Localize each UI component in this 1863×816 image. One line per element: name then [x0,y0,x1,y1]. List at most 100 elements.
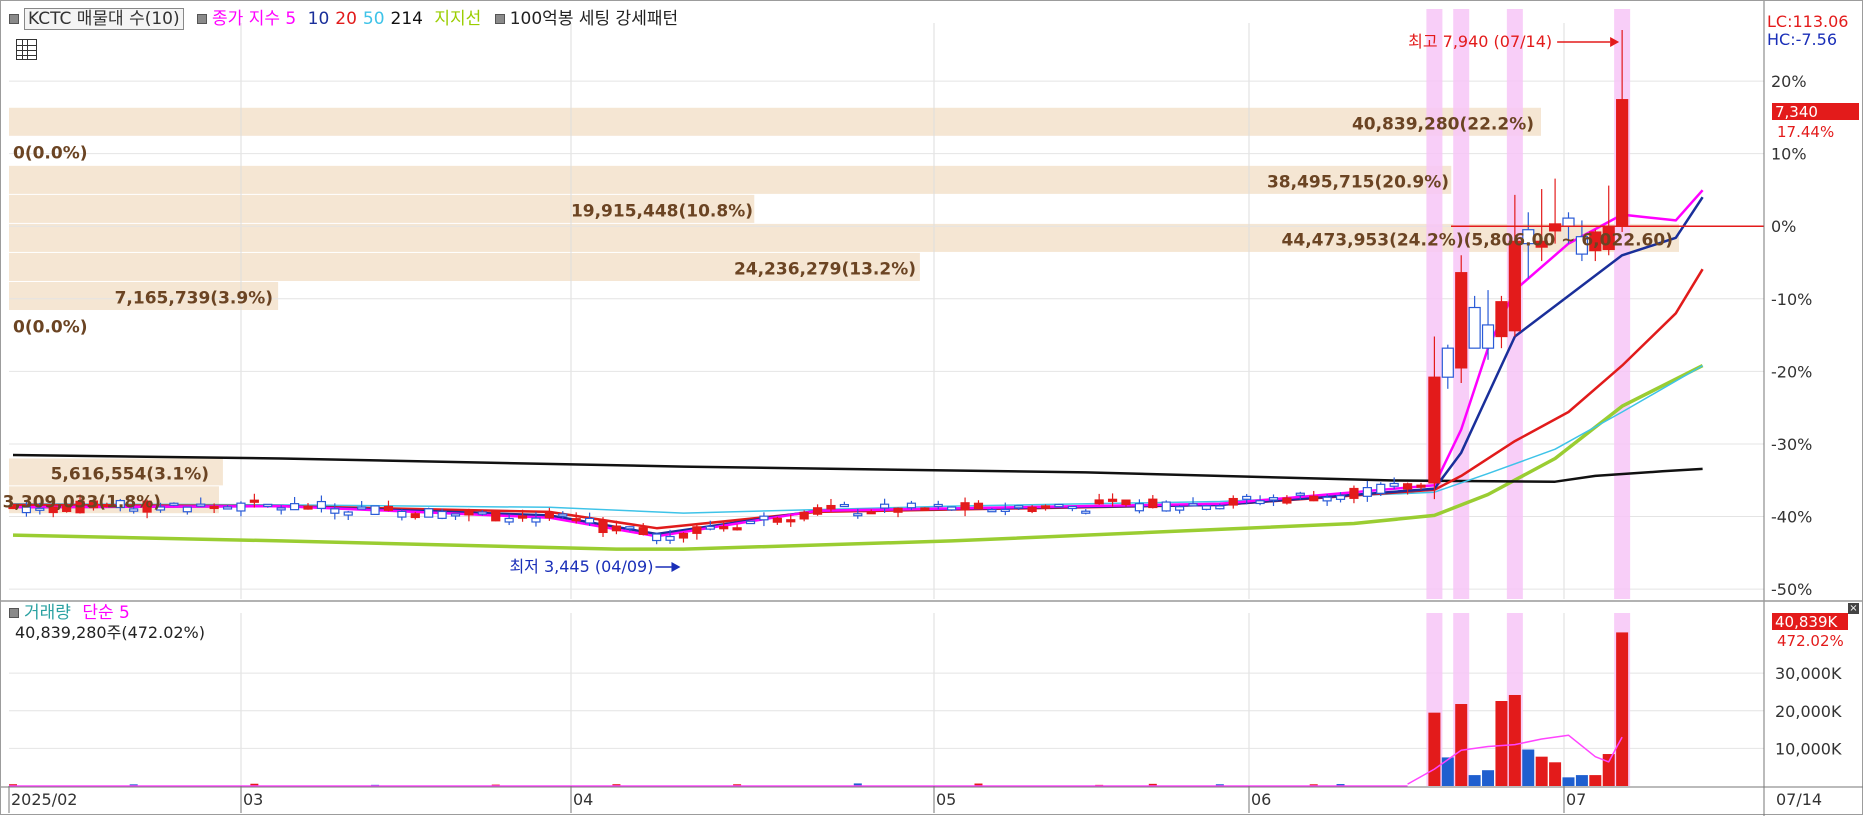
current-price-value: 7,340 [1775,103,1818,121]
ma-period-214[interactable]: 214 [391,9,423,29]
candle-body [652,533,662,542]
candle-body [1376,483,1386,494]
ma-period-20[interactable]: 20 [335,9,357,29]
candle-body [1000,508,1010,512]
candle-body [1322,496,1332,502]
candle-body [544,511,554,519]
candle-body [678,532,689,539]
candle-body [786,519,796,523]
volume-profile-label: 40,839,280(22.2%) [1352,114,1534,134]
candle-body [866,511,876,515]
percent-tick-label: -30% [1771,435,1812,454]
candle-body [692,526,702,534]
candle-body [196,503,206,507]
candle-body [249,499,259,503]
candle-body [1428,376,1441,484]
pattern-label[interactable]: 100억봉 세팅 강세패턴 [510,9,678,29]
volume-bar [1575,775,1588,786]
volume-profile-label: 3,309,033(1.8%) [3,492,161,512]
volume-toggle-icon[interactable] [9,607,19,618]
volume-profile-label: 0(0.0%) [13,318,88,338]
pattern-highlight-column [1426,9,1443,599]
volume-summary: 40,839,280주(472.02%) [15,623,206,642]
volume-profile-label: 5,616,554(3.1%) [51,464,209,484]
pattern-toggle-icon[interactable] [494,13,505,24]
candle-body [853,513,863,517]
candle-body [504,517,514,523]
ma-period-50[interactable]: 50 [363,9,385,29]
candle-body [1054,503,1064,508]
candle-body [1067,505,1077,510]
candle-body [799,511,809,520]
candle-body [1242,495,1252,500]
candle-body [960,502,970,511]
candle-body [182,506,192,513]
ma-period-10[interactable]: 10 [308,9,330,29]
candle-body [893,507,903,513]
candle-body [1362,487,1372,497]
volume-title[interactable]: 거래량 [24,603,71,623]
candle-body [1495,301,1508,338]
percent-tick-label: -50% [1771,580,1812,599]
candle-body [1201,505,1212,510]
candle-body [598,520,608,534]
lc-label: LC:113.06 [1767,12,1848,31]
volume-ma-label[interactable]: 단순 5 [82,603,130,623]
candle-body [826,504,836,510]
candle-body [1468,306,1481,349]
candle-body [1228,497,1238,506]
volume-profile-label: 44,473,953(24.2%)(5,806.00 ~ 6,022.60) [1282,230,1673,250]
volume-bar [1468,775,1481,786]
indicator-title[interactable]: KCTC 매물대 수(10) [24,8,184,30]
support-label[interactable]: 지지선 [434,9,481,29]
hc-label: HC:-7.56 [1767,30,1837,49]
candle-body [491,509,501,522]
volume-profile-label: 19,915,448(10.8%) [571,201,753,221]
candle-body [1455,272,1468,369]
stock-chart[interactable]: 20% 10% 0% -10% -20% -30% -40% -50% 30,000K 20,00… [1,1,1863,816]
candle-body [772,517,782,523]
volume-profile-label: 0(0.0%) [13,143,88,163]
candle-body [330,508,340,514]
candle-body [987,509,997,513]
candle-body [464,510,474,516]
candle-body [477,511,487,515]
ma-toggle-icon[interactable] [197,13,208,24]
ma-label[interactable]: 종가 지수 5 [212,9,296,29]
candle-body [410,513,420,519]
price-panel-header: KCTC 매물대 수(10) 종가 지수 5 10 20 50 214 지지선 100… [9,8,678,30]
volume-tick-label: 10,000K [1775,739,1842,758]
candle-body [209,505,219,510]
candle-body [745,520,756,525]
volume-profile-band [9,165,1452,194]
candle-body [759,515,769,521]
candle-body [303,505,313,510]
volume-bar [1562,777,1575,786]
candle-body [812,507,823,515]
candle-body [947,506,957,511]
candle-body [289,503,300,511]
volume-bar [1508,694,1521,786]
candle-body [611,525,622,532]
candle-body [732,527,742,531]
close-icon[interactable]: × [1848,603,1859,614]
grid-settings-icon[interactable] [16,39,37,60]
percent-tick-label: -40% [1771,508,1812,527]
candle-body [1481,324,1495,349]
candle-body [1161,501,1171,512]
percent-tick-label: 0% [1771,217,1796,236]
percent-tick-label: 20% [1771,72,1807,91]
candle-body [1562,217,1575,227]
candle-body [437,510,447,519]
candle-body [638,527,648,535]
candle-body [1616,99,1629,227]
volume-panel-header: 거래량 단순 5 [9,603,130,623]
percent-tick-label: 10% [1771,145,1807,164]
high-price-annotation: 최고 7,940 (07/14) [1408,32,1552,51]
candle-body [839,503,849,508]
volume-bar [1616,632,1629,786]
candle-body [705,525,715,530]
current-volume-ratio: 472.02% [1777,632,1844,650]
candle-body [558,513,568,517]
panel-toggle-icon[interactable] [9,13,19,24]
